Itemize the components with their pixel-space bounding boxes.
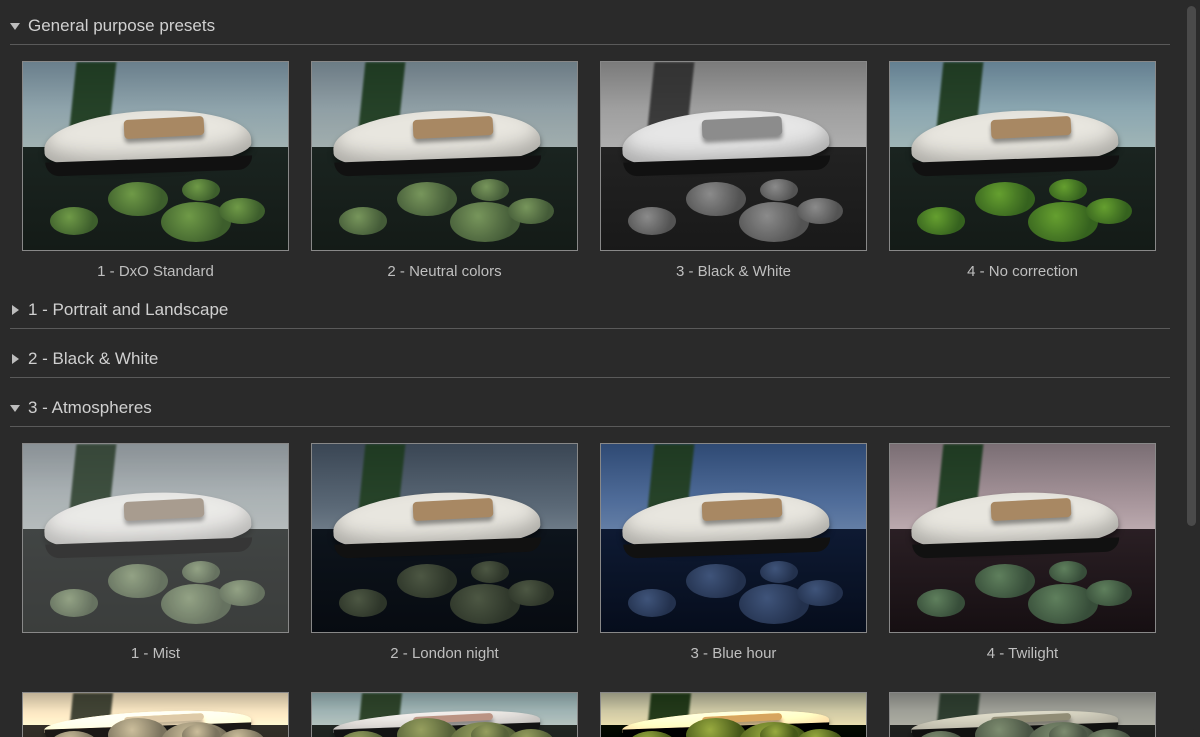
scrollbar[interactable] (1187, 6, 1196, 730)
chevron-down-icon (10, 21, 20, 31)
preset-label: 1 - Mist (131, 645, 180, 662)
preset-thumbnail[interactable] (889, 61, 1156, 251)
chevron-right-icon (10, 354, 20, 364)
preset-row: 1 - Mist 2 - London night 3 - Blue hour 4 -… (10, 427, 1170, 676)
preset-thumbnail[interactable] (22, 443, 289, 633)
section-title: 2 - Black & White (28, 349, 158, 369)
section-title: General purpose presets (28, 16, 215, 36)
preset-thumbnail[interactable] (311, 443, 578, 633)
section-toggle-atmospheres[interactable]: 3 - Atmospheres (10, 392, 1170, 424)
section-general: General purpose presets 1 - DxO Standard… (10, 10, 1170, 294)
preset-label: 3 - Blue hour (691, 645, 777, 662)
preset-label: 1 - DxO Standard (97, 263, 214, 280)
chevron-right-icon (10, 305, 20, 315)
preset-item[interactable]: 2 - London night (311, 443, 578, 662)
preset-label: 4 - No correction (967, 263, 1078, 280)
section-portrait-landscape: 1 - Portrait and Landscape (10, 294, 1170, 329)
section-toggle-portrait-landscape[interactable]: 1 - Portrait and Landscape (10, 294, 1170, 326)
section-toggle-general[interactable]: General purpose presets (10, 10, 1170, 42)
preset-thumbnail[interactable] (889, 443, 1156, 633)
preset-item[interactable]: 3 - Blue hour (600, 443, 867, 662)
preset-thumbnail[interactable] (600, 443, 867, 633)
preset-item[interactable]: 2 - Neutral colors (311, 61, 578, 280)
preset-thumbnail[interactable] (600, 61, 867, 251)
preset-label: 2 - Neutral colors (387, 263, 501, 280)
divider (10, 328, 1170, 329)
preset-label: 4 - Twilight (987, 645, 1058, 662)
section-toggle-black-white[interactable]: 2 - Black & White (10, 343, 1170, 375)
preset-item[interactable] (600, 692, 867, 737)
preset-label: 3 - Black & White (676, 263, 791, 280)
preset-thumbnail[interactable] (311, 692, 578, 737)
preset-item[interactable]: 4 - No correction (889, 61, 1156, 280)
presets-panel: General purpose presets 1 - DxO Standard… (0, 0, 1186, 737)
preset-row (10, 676, 1170, 737)
section-atmospheres: 3 - Atmospheres 1 - Mist 2 - London night… (10, 392, 1170, 737)
preset-item[interactable] (22, 692, 289, 737)
scrollbar-thumb[interactable] (1187, 6, 1196, 526)
divider (10, 377, 1170, 378)
preset-item[interactable]: 4 - Twilight (889, 443, 1156, 662)
preset-label: 2 - London night (390, 645, 498, 662)
preset-thumbnail[interactable] (311, 61, 578, 251)
preset-item[interactable]: 3 - Black & White (600, 61, 867, 280)
preset-item[interactable]: 1 - Mist (22, 443, 289, 662)
preset-item[interactable]: 1 - DxO Standard (22, 61, 289, 280)
section-title: 1 - Portrait and Landscape (28, 300, 228, 320)
section-black-white: 2 - Black & White (10, 343, 1170, 378)
preset-item[interactable] (311, 692, 578, 737)
preset-row: 1 - DxO Standard 2 - Neutral colors 3 - Bl… (10, 45, 1170, 294)
preset-thumbnail[interactable] (22, 61, 289, 251)
preset-thumbnail[interactable] (600, 692, 867, 737)
preset-thumbnail[interactable] (22, 692, 289, 737)
chevron-down-icon (10, 403, 20, 413)
section-title: 3 - Atmospheres (28, 398, 152, 418)
preset-item[interactable] (889, 692, 1156, 737)
preset-thumbnail[interactable] (889, 692, 1156, 737)
